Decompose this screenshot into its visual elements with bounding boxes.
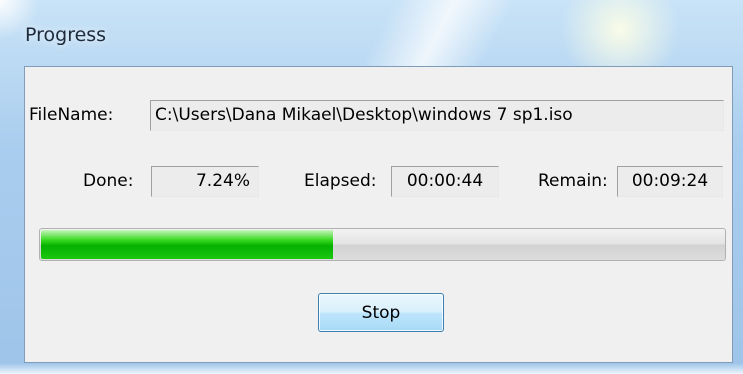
elapsed-label: Elapsed:	[304, 171, 377, 191]
filename-field: C:\Users\Dana Mikael\Desktop\windows 7 s…	[150, 100, 724, 131]
title-bar[interactable]: Progress	[0, 0, 743, 66]
dialog-content: FileName: C:\Users\Dana Mikael\Desktop\w…	[24, 66, 733, 363]
progress-bar	[39, 228, 726, 261]
filename-label: FileName:	[29, 105, 114, 125]
window-bottom-edge	[0, 363, 743, 374]
done-label: Done:	[83, 171, 134, 191]
window-title: Progress	[25, 24, 107, 46]
remain-label: Remain:	[538, 171, 608, 191]
done-field: 7.24%	[151, 166, 259, 197]
progress-dialog: Progress FileName: C:\Users\Dana Mikael\…	[0, 0, 743, 374]
remain-field: 00:09:24	[617, 166, 723, 197]
elapsed-field: 00:00:44	[391, 166, 499, 197]
stop-button[interactable]: Stop	[318, 293, 444, 332]
progress-fill	[41, 230, 333, 259]
